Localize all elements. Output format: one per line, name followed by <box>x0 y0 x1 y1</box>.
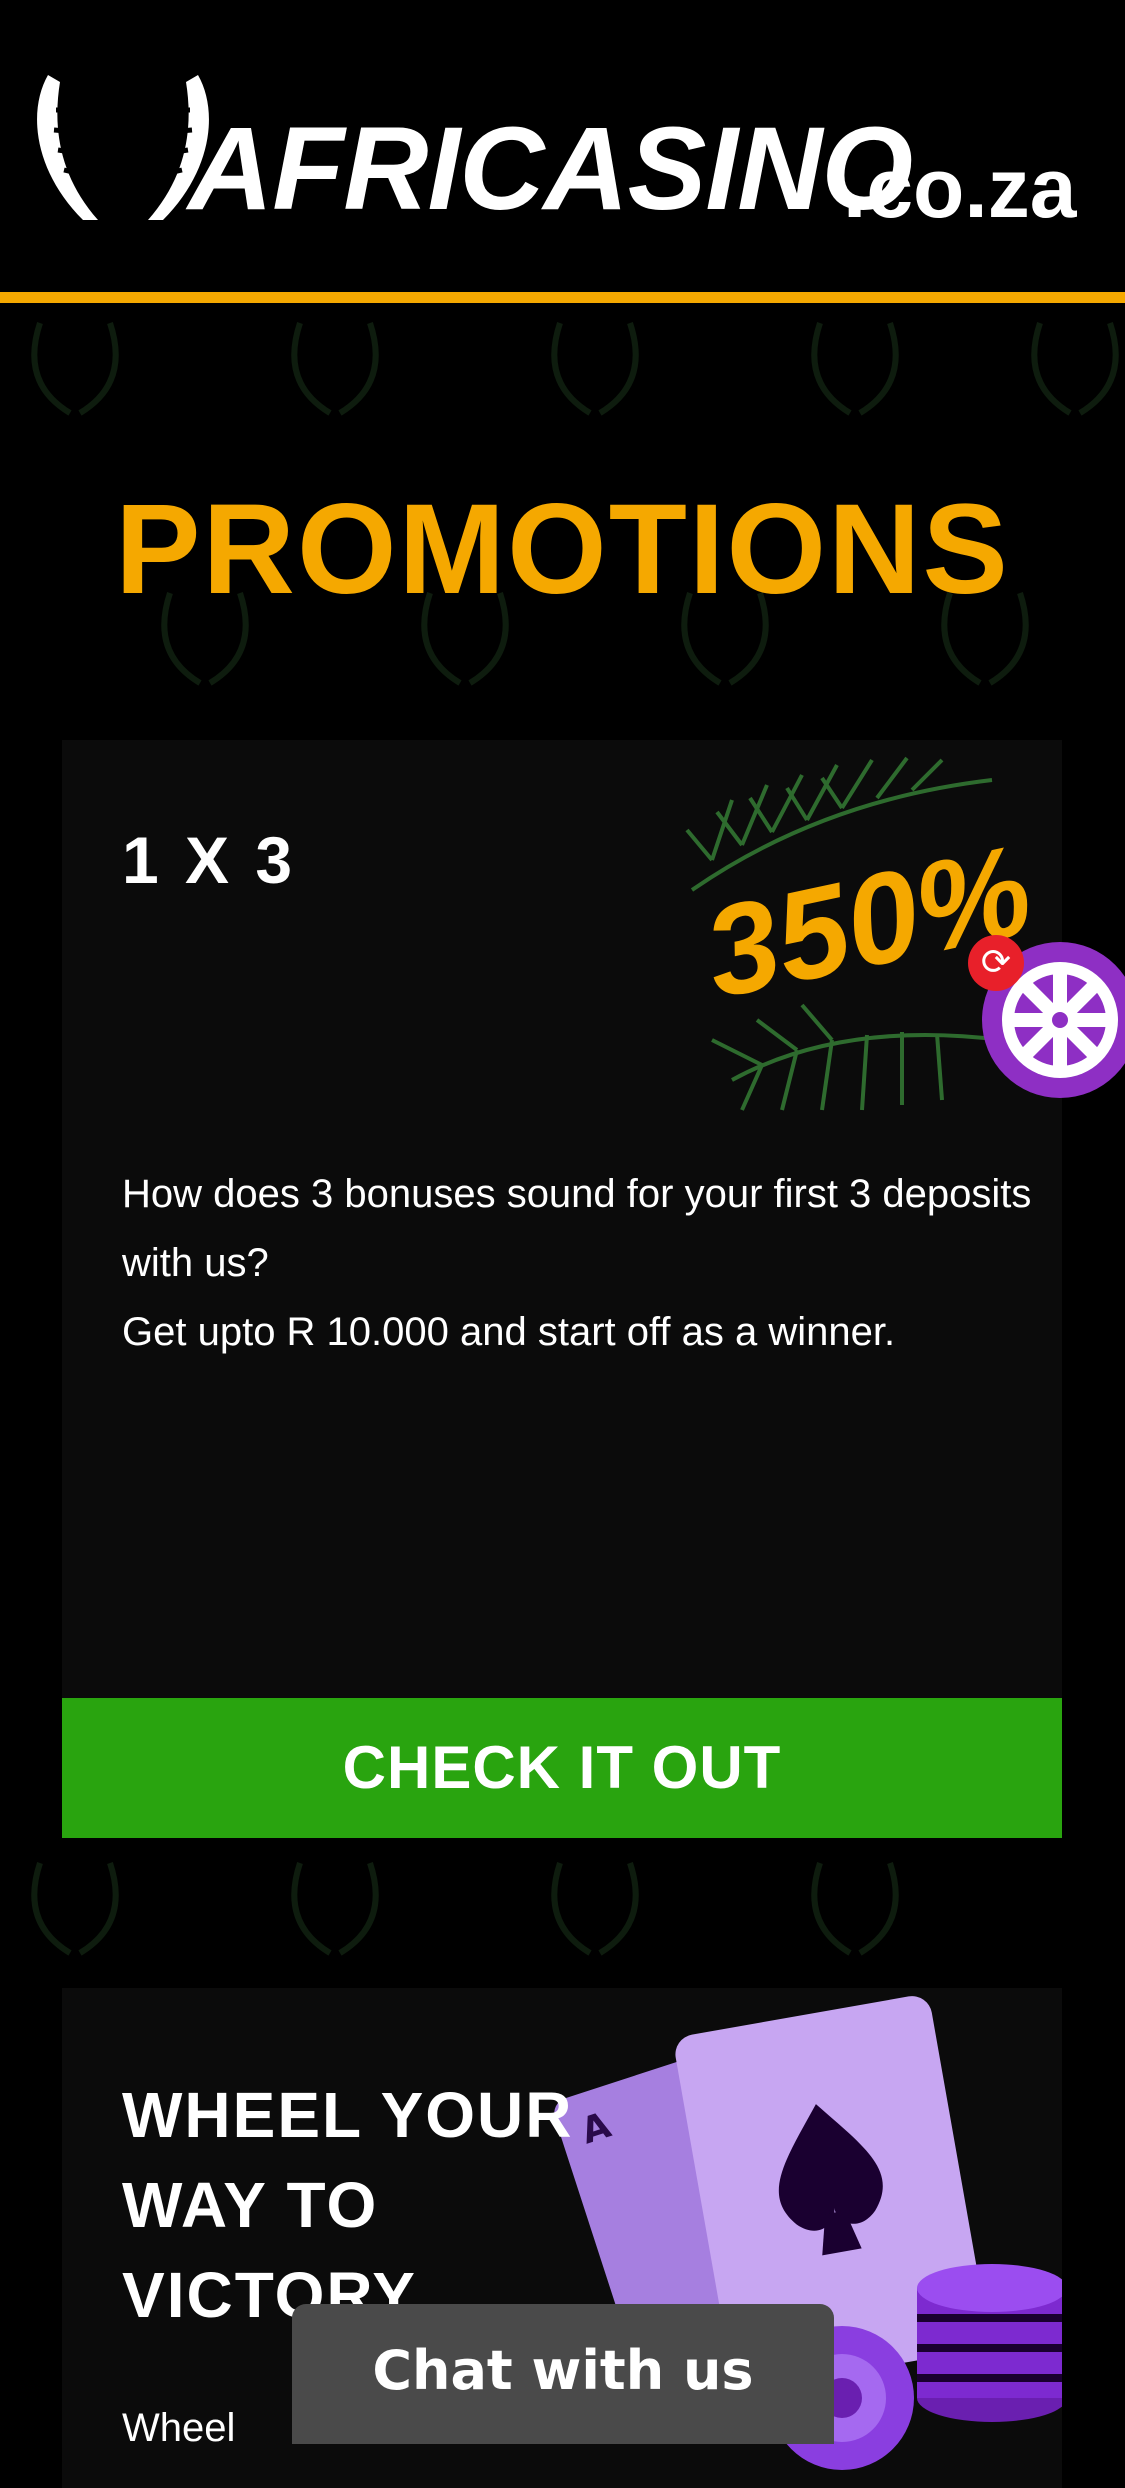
brand-name: AFRICASINO <box>188 103 913 235</box>
page-title: PROMOTIONS <box>115 478 1010 621</box>
site-header: AFRICASINO .co.za <box>0 0 1125 292</box>
brand-tld: .co.za <box>843 141 1077 235</box>
promo-description-line: Get upto R 10.000 and start off as a win… <box>122 1310 896 1354</box>
promo-description: Wheel <box>122 2406 236 2450</box>
promo-title: WHEEL YOUR WAY TO VICTORY <box>122 2079 574 2331</box>
refresh-icon[interactable]: ⟳ <box>968 935 1024 991</box>
check-it-out-button[interactable]: CHECK IT OUT <box>62 1698 1062 1838</box>
promo-description: How does 3 bonuses sound for your first … <box>122 1160 1042 1367</box>
promo-title: 1 X 3 <box>122 823 297 897</box>
header-divider <box>0 292 1125 303</box>
promo-card: 1 X 3 350% How does 3 bonuses sound for … <box>62 740 1062 1838</box>
brand-logo[interactable]: AFRICASINO .co.za <box>28 70 1108 240</box>
chat-with-us-button[interactable]: Chat with us <box>292 2304 834 2444</box>
promo-description-line: How does 3 bonuses sound for your first … <box>122 1172 1032 1285</box>
